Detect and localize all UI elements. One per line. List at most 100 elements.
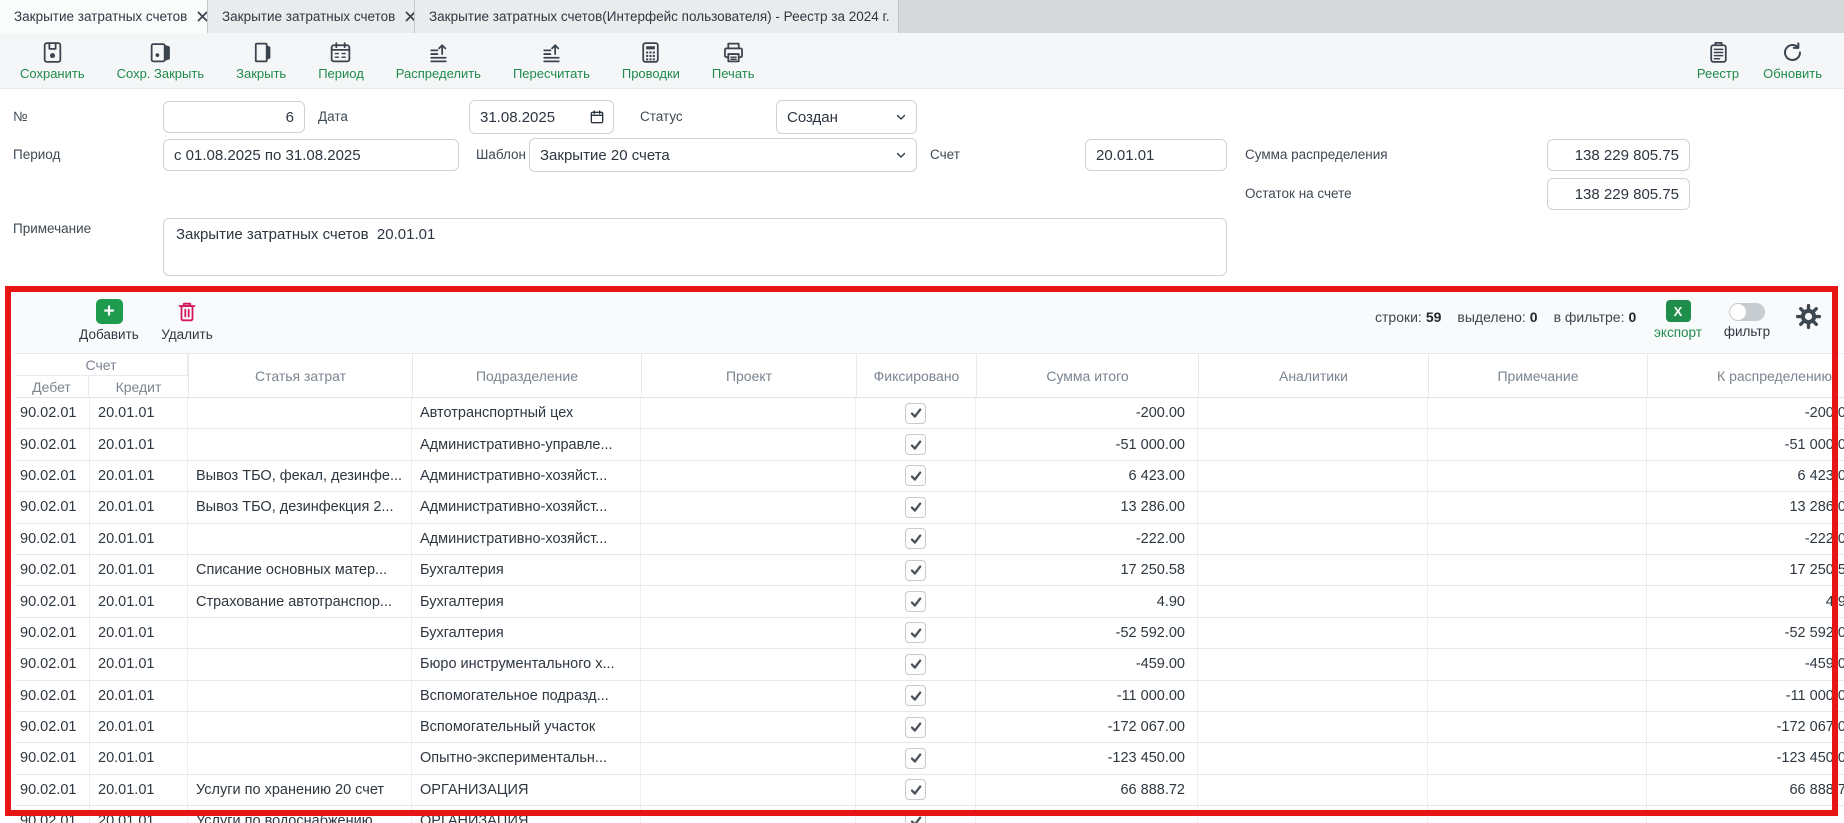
note-textarea[interactable]: Закрытие затратных счетов 20.01.01 bbox=[163, 218, 1227, 276]
cell-cost_item[interactable] bbox=[188, 649, 412, 679]
cell-credit[interactable]: 20.01.01 bbox=[90, 461, 188, 491]
cell-total[interactable] bbox=[976, 806, 1198, 823]
cell-department[interactable]: Административно-хозяйст... bbox=[412, 461, 641, 491]
cell-credit[interactable]: 20.01.01 bbox=[90, 681, 188, 711]
cell-to_distribute[interactable] bbox=[1647, 806, 1844, 823]
cell-to_distribute[interactable]: -459.00 bbox=[1647, 649, 1844, 679]
cell-credit[interactable]: 20.01.01 bbox=[90, 429, 188, 459]
cell-project[interactable] bbox=[641, 586, 856, 616]
number-input[interactable] bbox=[163, 101, 305, 133]
cell-analytics[interactable] bbox=[1198, 712, 1428, 742]
cell-cost_item[interactable] bbox=[188, 743, 412, 773]
fixed-checkbox-cell[interactable] bbox=[856, 681, 976, 711]
table-row[interactable]: 90.02.0120.01.01Бюро инструментального х… bbox=[15, 649, 1844, 680]
cell-credit[interactable]: 20.01.01 bbox=[90, 618, 188, 648]
distribute-button[interactable]: Распределить bbox=[396, 40, 481, 81]
cell-total[interactable]: -459.00 bbox=[976, 649, 1198, 679]
cell-note[interactable] bbox=[1428, 555, 1647, 585]
checkbox-checked-icon[interactable] bbox=[905, 591, 926, 612]
cell-cost_item[interactable] bbox=[188, 618, 412, 648]
refresh-button[interactable]: Обновить bbox=[1763, 40, 1822, 81]
tab-registry-2024[interactable]: Закрытие затратных счетов(Интерфейс поль… bbox=[415, 0, 899, 33]
cell-note[interactable] bbox=[1428, 649, 1647, 679]
cell-credit[interactable]: 20.01.01 bbox=[90, 743, 188, 773]
cell-cost_item[interactable]: Вывоз ТБО, фекал, дезинфе... bbox=[188, 461, 412, 491]
checkbox-checked-icon[interactable] bbox=[905, 528, 926, 549]
cell-analytics[interactable] bbox=[1198, 555, 1428, 585]
table-row[interactable]: 90.02.0120.01.01Административно-хозяйст.… bbox=[15, 524, 1844, 555]
fixed-checkbox-cell[interactable] bbox=[856, 618, 976, 648]
cell-debit[interactable]: 90.02.01 bbox=[15, 743, 90, 773]
checkbox-checked-icon[interactable] bbox=[905, 779, 926, 800]
cell-to_distribute[interactable]: 13 286.00 bbox=[1647, 492, 1844, 522]
cell-total[interactable]: 6 423.00 bbox=[976, 461, 1198, 491]
cell-credit[interactable]: 20.01.01 bbox=[90, 398, 188, 428]
cell-cost_item[interactable]: Услуги по хранению 20 счет bbox=[188, 775, 412, 805]
cell-department[interactable]: Автотранспортный цех bbox=[412, 398, 641, 428]
cell-debit[interactable]: 90.02.01 bbox=[15, 649, 90, 679]
checkbox-checked-icon[interactable] bbox=[905, 685, 926, 706]
cell-total[interactable]: -200.00 bbox=[976, 398, 1198, 428]
cell-note[interactable] bbox=[1428, 712, 1647, 742]
table-row[interactable]: 90.02.0120.01.01Услуги по хранению 20 сч… bbox=[15, 775, 1844, 806]
fixed-checkbox-cell[interactable] bbox=[856, 555, 976, 585]
cell-total[interactable]: -51 000.00 bbox=[976, 429, 1198, 459]
close-icon[interactable] bbox=[197, 11, 208, 22]
checkbox-checked-icon[interactable] bbox=[905, 560, 926, 581]
checkbox-checked-icon[interactable] bbox=[905, 622, 926, 643]
checkbox-checked-icon[interactable] bbox=[905, 811, 926, 823]
cell-debit[interactable]: 90.02.01 bbox=[15, 586, 90, 616]
fixed-checkbox-cell[interactable] bbox=[856, 775, 976, 805]
cell-analytics[interactable] bbox=[1198, 398, 1428, 428]
cell-total[interactable]: -123 450.00 bbox=[976, 743, 1198, 773]
tab-closing-accounts-1[interactable]: Закрытие затратных счетов bbox=[0, 0, 208, 33]
cell-department[interactable]: Административно-хозяйст... bbox=[412, 492, 641, 522]
fixed-checkbox-cell[interactable] bbox=[856, 429, 976, 459]
cell-analytics[interactable] bbox=[1198, 586, 1428, 616]
fixed-checkbox-cell[interactable] bbox=[856, 712, 976, 742]
cell-to_distribute[interactable]: -52 592.00 bbox=[1647, 618, 1844, 648]
distribution-sum-input[interactable] bbox=[1547, 139, 1690, 171]
cell-to_distribute[interactable]: 6 423.00 bbox=[1647, 461, 1844, 491]
cell-project[interactable] bbox=[641, 743, 856, 773]
cell-project[interactable] bbox=[641, 429, 856, 459]
account-input[interactable] bbox=[1085, 139, 1227, 171]
cell-credit[interactable]: 20.01.01 bbox=[90, 555, 188, 585]
calendar-icon[interactable] bbox=[589, 109, 605, 125]
period-button[interactable]: Период bbox=[318, 40, 364, 81]
cell-debit[interactable]: 90.02.01 bbox=[15, 429, 90, 459]
fixed-checkbox-cell[interactable] bbox=[856, 806, 976, 823]
cell-debit[interactable]: 90.02.01 bbox=[15, 492, 90, 522]
cell-analytics[interactable] bbox=[1198, 649, 1428, 679]
table-row[interactable]: 90.02.0120.01.01Вспомогательное подразд.… bbox=[15, 681, 1844, 712]
account-balance-input[interactable] bbox=[1547, 178, 1690, 210]
cell-department[interactable]: Бухгалтерия bbox=[412, 555, 641, 585]
cell-debit[interactable]: 90.02.01 bbox=[15, 461, 90, 491]
checkbox-checked-icon[interactable] bbox=[905, 748, 926, 769]
cell-cost_item[interactable]: Списание основных матер... bbox=[188, 555, 412, 585]
cell-note[interactable] bbox=[1428, 618, 1647, 648]
cell-credit[interactable]: 20.01.01 bbox=[90, 586, 188, 616]
close-icon[interactable] bbox=[405, 11, 415, 22]
cell-project[interactable] bbox=[641, 649, 856, 679]
cell-to_distribute[interactable]: -11 000.00 bbox=[1647, 681, 1844, 711]
table-row[interactable]: 90.02.0120.01.01Опытно-экспериментальн..… bbox=[15, 743, 1844, 774]
cell-credit[interactable]: 20.01.01 bbox=[90, 524, 188, 554]
cell-cost_item[interactable] bbox=[188, 712, 412, 742]
cell-project[interactable] bbox=[641, 681, 856, 711]
cell-credit[interactable]: 20.01.01 bbox=[90, 775, 188, 805]
cell-debit[interactable]: 90.02.01 bbox=[15, 806, 90, 823]
cell-total[interactable]: -172 067.00 bbox=[976, 712, 1198, 742]
cell-department[interactable]: Бюро инструментального х... bbox=[412, 649, 641, 679]
cell-credit[interactable]: 20.01.01 bbox=[90, 806, 188, 823]
cell-debit[interactable]: 90.02.01 bbox=[15, 618, 90, 648]
table-row[interactable]: 90.02.0120.01.01Вывоз ТБО, фекал, дезинф… bbox=[15, 461, 1844, 492]
table-row[interactable]: 90.02.0120.01.01Вывоз ТБО, дезинфекция 2… bbox=[15, 492, 1844, 523]
table-row[interactable]: 90.02.0120.01.01Бухгалтерия-52 592.00-52… bbox=[15, 618, 1844, 649]
fixed-checkbox-cell[interactable] bbox=[856, 586, 976, 616]
checkbox-checked-icon[interactable] bbox=[905, 497, 926, 518]
checkbox-checked-icon[interactable] bbox=[905, 434, 926, 455]
cell-to_distribute[interactable]: 4.90 bbox=[1647, 586, 1844, 616]
cell-cost_item[interactable]: Страхование автотранспор... bbox=[188, 586, 412, 616]
cell-total[interactable]: -11 000.00 bbox=[976, 681, 1198, 711]
